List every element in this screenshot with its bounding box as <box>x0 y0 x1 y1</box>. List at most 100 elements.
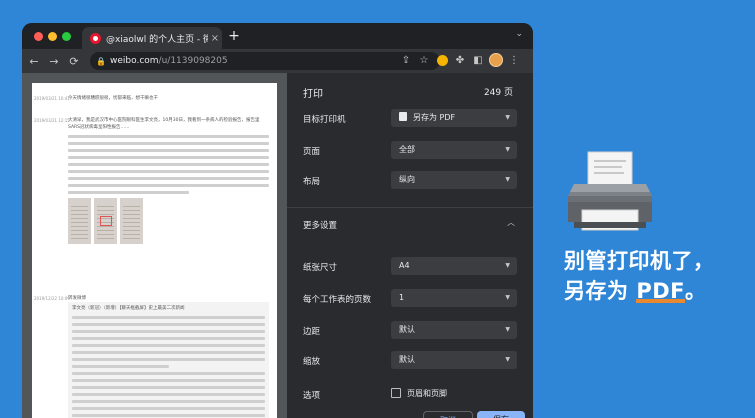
post-image[interactable] <box>94 198 117 245</box>
post-image[interactable] <box>68 198 91 245</box>
margins-select[interactable]: 默认 ▼ <box>391 321 517 339</box>
url-path: /u/1139098205 <box>158 56 228 66</box>
chevron-down-icon: ▼ <box>505 326 510 333</box>
post-image[interactable] <box>120 198 143 245</box>
post-date: 2019/03/21 10:41 <box>34 96 70 101</box>
tagline-highlight: PDF <box>636 276 685 306</box>
margins-row: 边距 默认 ▼ <box>303 321 517 341</box>
divider <box>287 207 533 208</box>
browser-window: @xiaolwl 的个人主页 - 微博 × + ⌄ ← → ⟳ 🔒 weibo.… <box>22 23 533 418</box>
pages-per-sheet-value: 1 <box>399 293 405 302</box>
tagline: 别管打印机了， 另存为 PDF。 <box>564 246 715 306</box>
address-bar[interactable]: 🔒 weibo.com/u/1139098205 <box>90 52 440 70</box>
reload-button[interactable]: ⟳ <box>66 55 82 68</box>
tab-title: @xiaolwl 的个人主页 - 微博 <box>106 34 208 45</box>
print-dialog: 打印 249 页 目标打印机 另存为 PDF ▼ 页面 全部 ▼ 布局 纵向 ▼… <box>287 73 533 418</box>
post-date: 2019/03/21 12:15 <box>34 118 70 123</box>
layout-select[interactable]: 纵向 ▼ <box>391 171 517 189</box>
chevron-down-icon: ▼ <box>505 114 510 121</box>
scale-select[interactable]: 默认 ▼ <box>391 351 517 369</box>
lock-icon[interactable]: 🔒 <box>96 57 110 66</box>
destination-label: 目标打印机 <box>303 115 346 125</box>
destination-select[interactable]: 另存为 PDF ▼ <box>391 109 517 127</box>
chevron-down-icon: ▼ <box>505 146 510 153</box>
maximize-window-button[interactable] <box>62 32 71 41</box>
pages-row: 页面 全部 ▼ <box>303 141 517 161</box>
layout-row: 布局 纵向 ▼ <box>303 171 517 191</box>
cancel-button[interactable]: 取消 <box>423 411 473 418</box>
side-panel-icon[interactable]: ◧ <box>469 52 487 70</box>
back-button[interactable]: ← <box>26 55 42 68</box>
pages-label: 页面 <box>303 147 321 157</box>
toolbar-icons: ⇪ ☆ ✤ ◧ ⋮ <box>397 52 523 70</box>
tagline-prefix: 另存为 <box>564 279 637 303</box>
layout-label: 布局 <box>303 177 321 187</box>
close-tab-icon[interactable]: × <box>208 33 222 44</box>
page-content: 2019/03/21 10:41 今天情绪很糟糕很很，忧郁来临，想干嘛也干 20… <box>22 73 533 418</box>
extensions-puzzle-icon[interactable]: ✤ <box>451 52 469 70</box>
tagline-line-2: 另存为 PDF。 <box>564 276 715 306</box>
layout-value: 纵向 <box>399 175 415 184</box>
destination-value: 另存为 PDF <box>413 113 456 122</box>
new-tab-button[interactable]: + <box>226 28 242 44</box>
profile-avatar[interactable] <box>487 52 505 70</box>
chevron-down-icon: ▼ <box>505 356 510 363</box>
quote-text: 李文亮（新冠）（新增）【聊天框截屏】史上最美二次新闻 <box>72 306 185 312</box>
pages-per-sheet-label: 每个工作表的页数 <box>303 295 372 305</box>
tagline-suffix: 。 <box>684 279 707 303</box>
minimize-window-button[interactable] <box>48 32 57 41</box>
post-text: 今天情绪很糟糕很很，忧郁来临，想干嘛也干 <box>68 96 158 101</box>
post-text: 大清早，我是武汉市中心医院眼科医生李文亮，10月30日，我看到一条病人的检验报告… <box>68 118 260 131</box>
options-row: 选项 页眉和页脚 <box>303 385 517 405</box>
tab-bar: @xiaolwl 的个人主页 - 微博 × + ⌄ <box>22 23 533 49</box>
pages-select[interactable]: 全部 ▼ <box>391 141 517 159</box>
margins-label: 边距 <box>303 327 321 337</box>
url-host: weibo.com <box>110 56 159 66</box>
headers-footers-label[interactable]: 页眉和页脚 <box>407 388 447 399</box>
options-label: 选项 <box>303 391 321 401</box>
chevron-down-icon: ▼ <box>505 294 510 301</box>
page-count: 249 页 <box>483 88 513 98</box>
print-preview-page[interactable]: 2019/03/21 10:41 今天情绪很糟糕很很，忧郁来临，想干嘛也干 20… <box>32 83 277 418</box>
tab-weibo[interactable]: @xiaolwl 的个人主页 - 微博 × <box>82 27 222 49</box>
pages-value: 全部 <box>399 145 415 154</box>
scale-value: 默认 <box>399 355 415 364</box>
printer-icon <box>568 151 652 231</box>
pages-per-sheet-select[interactable]: 1 ▼ <box>391 289 517 307</box>
print-title: 打印 <box>303 89 323 100</box>
post: 2019/12/22 10:09 转发微博 李文亮（新冠）（新增）【聊天框截屏】… <box>34 295 269 418</box>
post-text: 转发微博 <box>68 296 86 301</box>
post: 2019/03/21 10:41 今天情绪很糟糕很很，忧郁来临，想干嘛也干 <box>34 95 269 102</box>
tab-search-icon[interactable]: ⌄ <box>515 29 523 39</box>
paper-size-select[interactable]: A4 ▼ <box>391 257 517 275</box>
repost-quote: 李文亮（新冠）（新增）【聊天框截屏】史上最美二次新闻 <box>68 302 269 418</box>
scale-label: 缩放 <box>303 357 321 367</box>
headers-footers-checkbox[interactable] <box>391 388 401 398</box>
toolbar: ← → ⟳ 🔒 weibo.com/u/1139098205 ⇪ ☆ ✤ ◧ ⋮ <box>22 49 533 73</box>
weibo-icon <box>90 32 101 44</box>
chevron-down-icon: ▼ <box>505 176 510 183</box>
paper-size-row: 纸张尺寸 A4 ▼ <box>303 257 517 277</box>
bookmark-star-icon[interactable]: ☆ <box>415 52 433 70</box>
more-settings-toggle[interactable]: 更多设置 <box>303 219 337 231</box>
post-images <box>68 198 269 245</box>
paper-size-value: A4 <box>399 261 410 270</box>
destination-row: 目标打印机 另存为 PDF ▼ <box>303 109 517 129</box>
menu-kebab-icon[interactable]: ⋮ <box>505 52 523 70</box>
chevron-down-icon: ▼ <box>505 262 510 269</box>
tagline-line-1: 别管打印机了， <box>564 249 715 273</box>
share-icon[interactable]: ⇪ <box>397 52 415 70</box>
close-window-button[interactable] <box>34 32 43 41</box>
chevron-up-icon[interactable]: ︿ <box>507 217 515 228</box>
save-button[interactable]: 保存 <box>477 411 525 418</box>
document-icon <box>399 112 407 121</box>
post: 2019/03/21 12:15 大清早，我是武汉市中心医院眼科医生李文亮，10… <box>34 117 269 245</box>
post-text-lines <box>68 135 269 195</box>
scale-row: 缩放 默认 ▼ <box>303 351 517 371</box>
paper-size-label: 纸张尺寸 <box>303 263 338 273</box>
forward-button[interactable]: → <box>46 55 62 68</box>
pages-per-sheet-row: 每个工作表的页数 1 ▼ <box>303 289 517 309</box>
margins-value: 默认 <box>399 325 415 334</box>
post-date: 2019/12/22 10:09 <box>34 296 70 301</box>
extension-emoji-icon[interactable] <box>433 52 451 70</box>
